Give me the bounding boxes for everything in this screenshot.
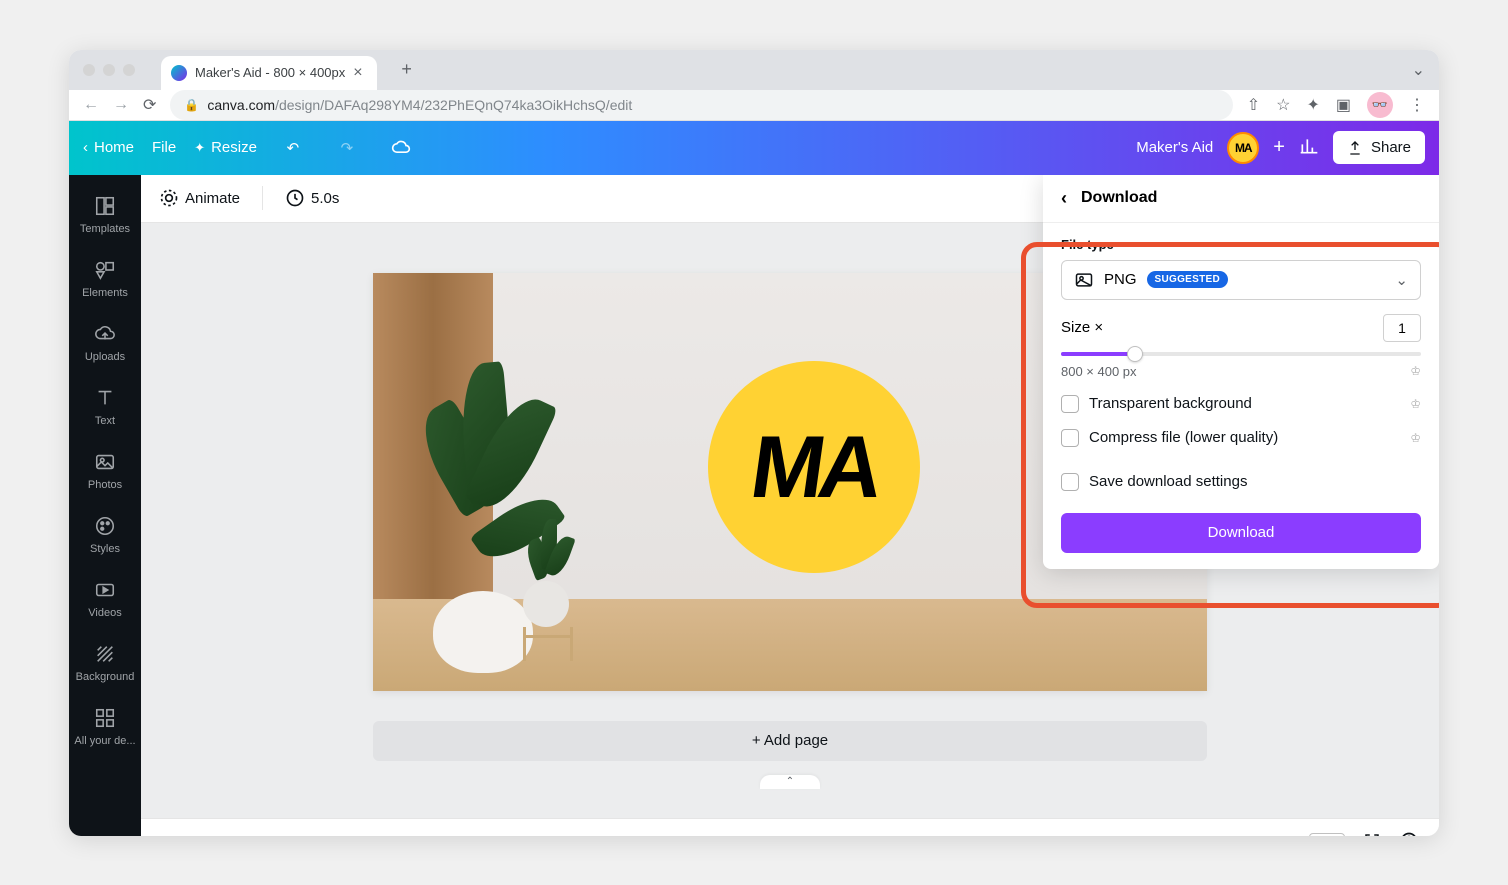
add-page-button[interactable]: + Add page <box>373 721 1207 761</box>
file-type-select[interactable]: PNG SUGGESTED ⌄ <box>1061 260 1421 300</box>
share-label: Share <box>1371 139 1411 156</box>
download-title: Download <box>1081 189 1157 207</box>
back-button[interactable]: ← <box>83 96 99 114</box>
favicon-icon <box>171 65 187 81</box>
url-path: /design/DAFAq298YM4/232PhEQnQ74ka3OikHch… <box>275 97 632 113</box>
crown-icon: ♔ <box>1410 397 1421 411</box>
help-icon[interactable] <box>1399 831 1419 836</box>
magic-resize-icon: ✦ <box>194 140 205 156</box>
sidebar-item-elements[interactable]: Elements <box>69 247 141 311</box>
size-label: Size × <box>1061 319 1103 336</box>
size-slider[interactable] <box>1061 352 1421 356</box>
browser-toolbar: ← → ⟳ 🔒 canva.com/design/DAFAq298YM4/232… <box>69 90 1439 121</box>
share-button[interactable]: Share <box>1333 131 1425 164</box>
undo-button[interactable]: ↶ <box>275 130 311 166</box>
fullscreen-icon[interactable] <box>1363 832 1381 836</box>
file-type-value: PNG <box>1104 271 1137 288</box>
zoom-level[interactable]: 110% <box>1126 835 1163 836</box>
download-header: ‹ Download <box>1043 175 1439 223</box>
crown-icon: ♔ <box>1410 364 1421 378</box>
duration-button[interactable]: 5.0s <box>285 188 339 208</box>
animate-label: Animate <box>185 190 240 207</box>
sidebar-item-templates[interactable]: Templates <box>69 183 141 247</box>
kebab-menu-icon[interactable]: ⋮ <box>1409 95 1425 115</box>
reload-button[interactable]: ⟳ <box>143 95 156 115</box>
resize-button[interactable]: ✦ Resize <box>194 139 257 156</box>
sidebar-toggle-icon[interactable]: ▣ <box>1336 95 1351 115</box>
file-type-label: File type <box>1061 237 1421 252</box>
sidebar-item-videos[interactable]: Videos <box>69 567 141 631</box>
close-tab-icon[interactable]: × <box>353 64 362 82</box>
sidebar-item-styles[interactable]: Styles <box>69 503 141 567</box>
download-panel: ‹ Download File type PNG SUGGESTED ⌄ Siz… <box>1043 175 1439 569</box>
plant-small <box>523 581 573 661</box>
sidebar-item-all-designs[interactable]: All your de... <box>69 695 141 759</box>
insights-icon[interactable] <box>1299 136 1319 160</box>
new-tab-button[interactable]: + <box>393 56 421 84</box>
home-button[interactable]: ‹ Home <box>83 139 134 156</box>
divider <box>262 186 263 210</box>
save-settings-option[interactable]: Save download settings <box>1061 473 1421 491</box>
browser-tab-strip: Maker's Aid - 800 × 400px × + ⌄ <box>69 50 1439 90</box>
animate-button[interactable]: Animate <box>159 188 240 208</box>
notes-button[interactable]: Notes <box>161 834 224 836</box>
bookmark-icon[interactable]: ☆ <box>1276 95 1290 115</box>
output-dimensions: 800 × 400 px <box>1061 364 1137 379</box>
checkbox[interactable] <box>1061 473 1079 491</box>
browser-window: Maker's Aid - 800 × 400px × + ⌄ ← → ⟳ 🔒 … <box>69 50 1439 836</box>
sidebar-item-background[interactable]: Background <box>69 631 141 695</box>
user-avatar[interactable]: MA <box>1227 132 1259 164</box>
forward-button[interactable]: → <box>113 96 129 114</box>
url-host: canva.com <box>207 97 275 113</box>
resize-label: Resize <box>211 139 257 156</box>
transparent-bg-option[interactable]: Transparent background ♔ <box>1061 395 1421 413</box>
share-url-icon[interactable]: ⇧ <box>1247 95 1260 115</box>
tab-title: Maker's Aid - 800 × 400px <box>195 65 345 80</box>
notes-label: Notes <box>185 835 224 836</box>
chevron-left-icon: ‹ <box>83 139 88 156</box>
compress-option[interactable]: Compress file (lower quality) ♔ <box>1061 429 1421 447</box>
size-multiplier-input[interactable] <box>1383 314 1421 342</box>
sidebar-item-uploads[interactable]: Uploads <box>69 311 141 375</box>
app-header: ‹ Home File ✦ Resize ↶ ↷ Maker's Aid MA … <box>69 121 1439 175</box>
chevron-down-icon: ⌄ <box>1395 271 1408 289</box>
sidebar-item-text[interactable]: Text <box>69 375 141 439</box>
profile-avatar[interactable]: 👓 <box>1367 92 1393 118</box>
left-sidebar: Templates Elements Uploads Text Photos S… <box>69 175 141 836</box>
redo-button[interactable]: ↷ <box>329 130 365 166</box>
add-member-icon[interactable]: + <box>1273 136 1285 159</box>
content-area: Animate 5.0s <box>141 175 1439 836</box>
lock-icon: 🔒 <box>184 98 199 112</box>
duration-label: 5.0s <box>311 190 339 207</box>
sidebar-item-photos[interactable]: Photos <box>69 439 141 503</box>
file-label: File <box>152 139 176 156</box>
tabs-overflow-icon[interactable]: ⌄ <box>1412 60 1425 80</box>
address-bar[interactable]: 🔒 canva.com/design/DAFAq298YM4/232PhEQnQ… <box>170 90 1232 120</box>
status-bar: Notes 110% 1 <box>141 818 1439 836</box>
checkbox[interactable] <box>1061 429 1079 447</box>
logo-text: MA <box>744 416 883 518</box>
back-icon[interactable]: ‹ <box>1061 188 1067 209</box>
image-icon <box>1074 270 1094 290</box>
suggested-badge: SUGGESTED <box>1147 271 1229 288</box>
page-indicator[interactable]: 1 <box>1309 833 1345 836</box>
cloud-sync-icon[interactable] <box>383 130 419 166</box>
download-button[interactable]: Download <box>1061 513 1421 553</box>
logo-element[interactable]: MA <box>708 361 920 573</box>
file-menu[interactable]: File <box>152 139 176 156</box>
app-root: ‹ Home File ✦ Resize ↶ ↷ Maker's Aid MA … <box>69 121 1439 836</box>
main: Templates Elements Uploads Text Photos S… <box>69 175 1439 836</box>
checkbox[interactable] <box>1061 395 1079 413</box>
browser-tab[interactable]: Maker's Aid - 800 × 400px × <box>161 56 377 90</box>
window-controls[interactable] <box>83 64 135 76</box>
crown-icon: ♔ <box>1410 431 1421 445</box>
page-strip-toggle[interactable]: ⌃ <box>760 775 820 789</box>
extensions-icon[interactable]: ✦ <box>1306 95 1319 115</box>
home-label: Home <box>94 139 134 156</box>
document-title[interactable]: Maker's Aid <box>1136 139 1213 156</box>
